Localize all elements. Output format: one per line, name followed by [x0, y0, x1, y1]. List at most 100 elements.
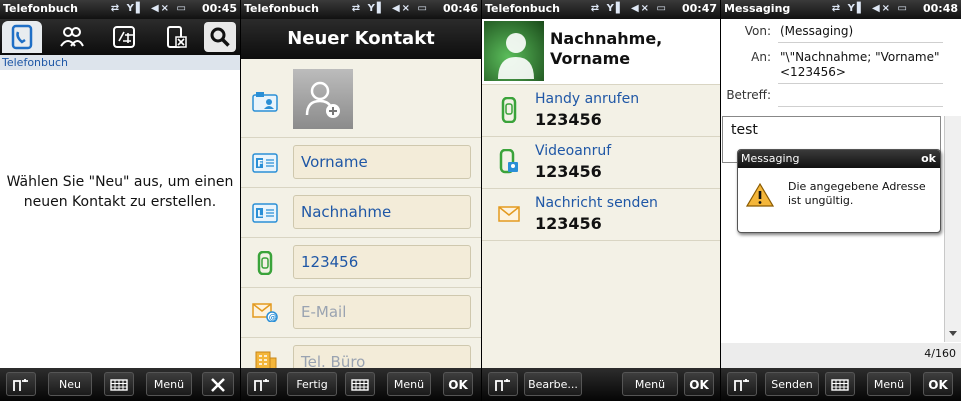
phone-book-icon [11, 24, 33, 50]
keyboard-icon [110, 379, 128, 391]
subject-field[interactable] [778, 106, 943, 107]
status-icons: ⇄ Y▌ ◀× ▭ [590, 3, 668, 14]
from-label: Von: [744, 24, 771, 38]
status-icons: ⇄ Y▌ ◀× ▭ [110, 3, 188, 14]
search-icon [210, 27, 230, 47]
send-message-action[interactable]: Nachricht senden 123456 [482, 189, 720, 241]
keyboard-button[interactable] [825, 372, 855, 396]
status-time: 00:45 [201, 2, 237, 15]
tab-bar [0, 19, 240, 55]
to-field[interactable]: "\"Nachnahme; "Vorname" <123456> [780, 50, 952, 80]
send-button[interactable]: Senden [765, 372, 819, 396]
ok-button[interactable]: OK [443, 372, 473, 396]
svg-text:@: @ [269, 313, 277, 322]
panel-messaging: Messaging ⇄ Y▌ ◀× ▭ 00:48 Von: (Messagin… [721, 0, 961, 401]
windows-start-icon [13, 379, 28, 391]
action-label: Nachricht senden [535, 195, 658, 211]
last-name-field[interactable]: Nachnahme [293, 195, 471, 229]
status-icons: ⇄ Y▌ ◀× ▭ [351, 3, 429, 14]
email-field[interactable]: E-Mail [293, 295, 471, 329]
tab-call-log[interactable] [104, 21, 144, 53]
character-counter: 4/160 [924, 347, 956, 360]
subject-label: Betreff: [726, 88, 771, 102]
panel-contact-details: Telefonbuch ⇄ Y▌ ◀× ▭ 00:47 Nachnahme, V… [482, 0, 720, 401]
keyboard-button[interactable] [345, 372, 375, 396]
add-photo-button[interactable] [293, 69, 353, 129]
add-person-icon [305, 81, 340, 118]
keyboard-icon [831, 379, 849, 391]
error-dialog: Messaging ok Die angegebene Adresse ist … [737, 149, 941, 233]
contact-header: Nachnahme, Vorname [482, 19, 720, 85]
windows-start-icon [254, 379, 269, 391]
blocked-contact-icon [167, 26, 187, 48]
ok-button[interactable]: OK [923, 372, 953, 396]
new-button[interactable]: Neu [48, 372, 92, 396]
last-name-icon: L [252, 203, 278, 223]
keyboard-button[interactable] [104, 372, 134, 396]
close-button[interactable] [202, 372, 234, 396]
start-button[interactable] [247, 372, 277, 396]
menu-button[interactable]: Menü [867, 372, 911, 396]
scroll-down-icon [949, 331, 957, 336]
status-bar: Telefonbuch ⇄ Y▌ ◀× ▭ 00:46 [241, 0, 481, 19]
divider [778, 42, 943, 43]
dialog-ok-button[interactable]: ok [921, 150, 936, 168]
contact-placeholder-icon [498, 33, 534, 79]
softkey-bar: Bearbe... Menü OK [482, 368, 720, 401]
contact-name-line1: Nachnahme, [550, 29, 663, 48]
menu-button[interactable]: Menü [146, 372, 192, 396]
first-name-row: F Vorname [241, 138, 481, 188]
keyboard-icon [351, 379, 369, 391]
mobile-phone-icon [501, 97, 517, 123]
video-call-action[interactable]: Videoanruf 123456 [482, 137, 720, 189]
start-button[interactable] [488, 372, 518, 396]
divider [778, 83, 943, 84]
start-button[interactable] [6, 372, 36, 396]
status-title: Telefonbuch [3, 2, 78, 15]
to-label: An: [751, 50, 771, 64]
page-title: Neuer Kontakt [241, 19, 481, 59]
tab-contacts-phone[interactable] [2, 21, 42, 53]
mobile-phone-field[interactable]: 123456 [293, 245, 471, 279]
call-mobile-action[interactable]: Handy anrufen 123456 [482, 85, 720, 137]
from-value[interactable]: (Messaging) [780, 24, 952, 39]
first-name-icon: F [252, 153, 278, 173]
status-bar: Telefonbuch ⇄ Y▌ ◀× ▭ 00:47 [482, 0, 720, 19]
search-button[interactable] [204, 22, 236, 52]
status-time: 00:46 [442, 2, 478, 15]
start-button[interactable] [727, 372, 757, 396]
dialog-title: Messaging [741, 152, 800, 165]
windows-start-icon [734, 379, 749, 391]
action-value: 123456 [535, 162, 602, 181]
status-bar: Messaging ⇄ Y▌ ◀× ▭ 00:48 [721, 0, 961, 19]
mobile-phone-row: 123456 [241, 238, 481, 288]
action-value: 123456 [535, 214, 602, 233]
status-time: 00:47 [681, 2, 717, 15]
windows-start-icon [495, 379, 510, 391]
empty-state-message: Wählen Sie "Neu" aus, um einen neuen Kon… [6, 174, 234, 210]
softkey-bar: Fertig Menü OK [241, 368, 481, 401]
people-icon [60, 27, 84, 47]
done-button[interactable]: Fertig [287, 372, 337, 396]
office-building-icon [255, 351, 277, 370]
softkey-bar: Senden Menü OK [721, 368, 961, 401]
ok-button[interactable]: OK [684, 372, 714, 396]
menu-button[interactable]: Menü [387, 372, 431, 396]
status-title: Messaging [724, 2, 791, 15]
tab-blocked[interactable] [156, 21, 196, 53]
scrollbar[interactable] [944, 116, 961, 342]
email-row: @ E-Mail [241, 288, 481, 338]
status-title: Telefonbuch [244, 2, 319, 15]
first-name-field[interactable]: Vorname [293, 145, 471, 179]
softkey-bar: Neu Menü [0, 368, 240, 401]
action-label: Videoanruf [535, 143, 612, 159]
call-log-icon [113, 26, 135, 48]
tab-groups[interactable] [52, 21, 92, 53]
status-icons: ⇄ Y▌ ◀× ▭ [831, 3, 909, 14]
svg-text:L: L [257, 210, 263, 220]
edit-button[interactable]: Bearbe... [524, 372, 582, 396]
dialog-message: Die angegebene Adresse ist ungültig. [788, 180, 926, 207]
dialog-title-bar: Messaging ok [738, 150, 940, 168]
video-call-icon [499, 149, 518, 174]
menu-button[interactable]: Menü [622, 372, 678, 396]
